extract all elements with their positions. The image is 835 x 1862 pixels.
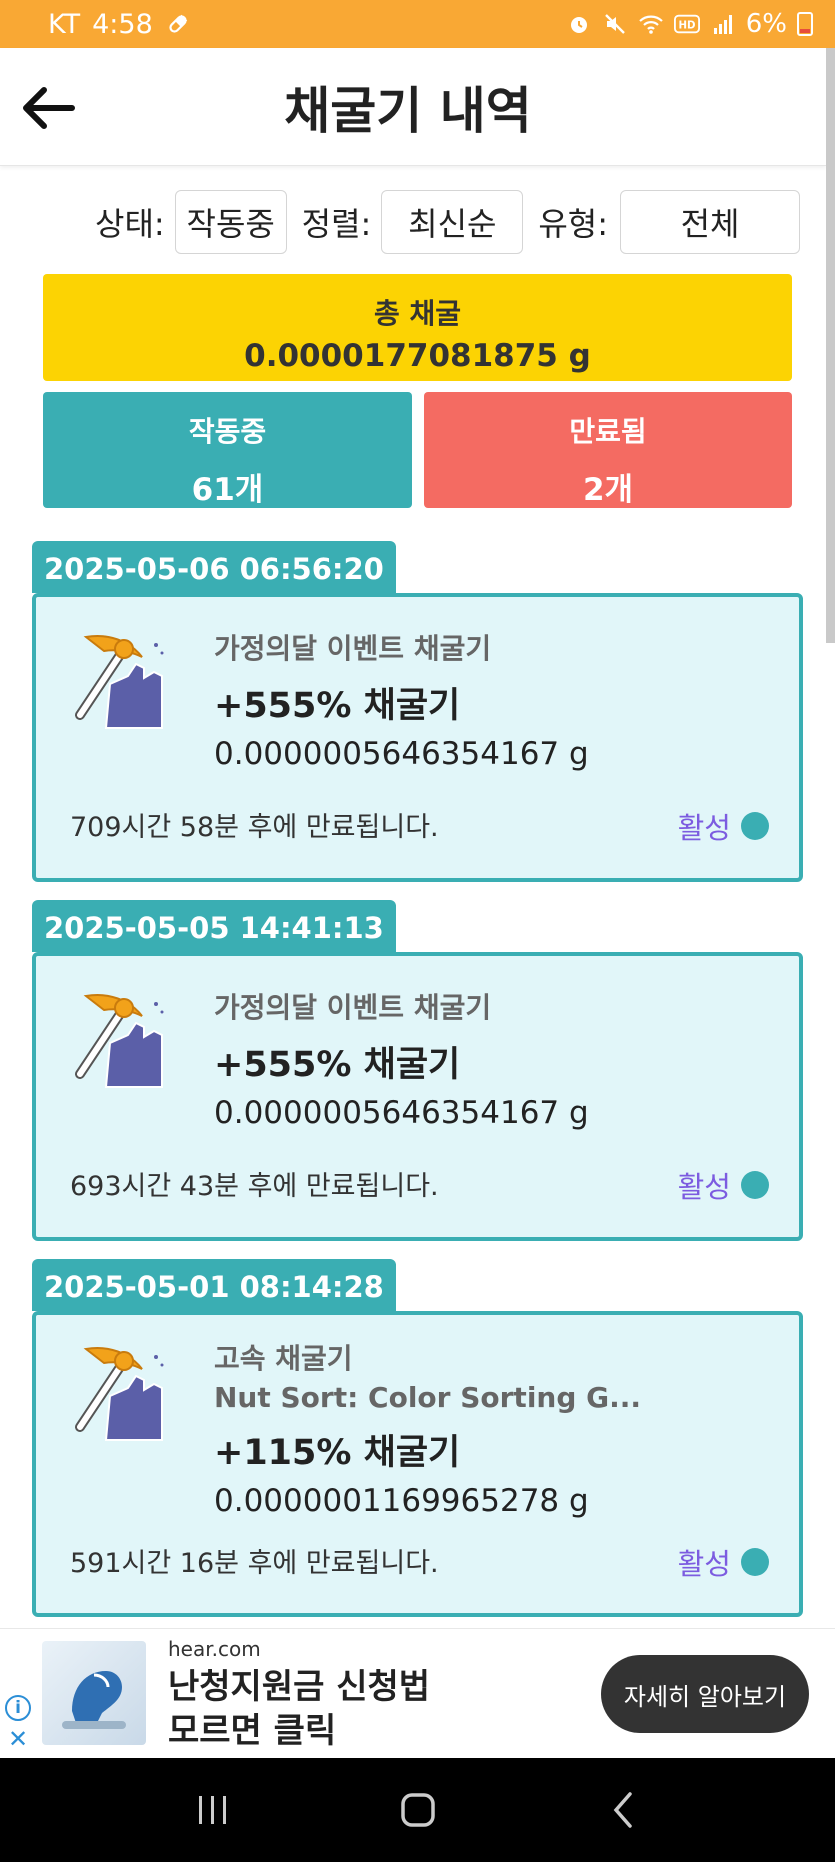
expired-label: 만료됨 [569,415,647,448]
miner-card[interactable]: 가정의달 이벤트 채굴기 +555% 채굴기 0.000000564635416… [32,593,803,882]
expired-count-box[interactable]: 만료됨 2개 [424,392,792,508]
type-filter[interactable]: 전체 [620,190,801,254]
type-filter-label: 유형: [538,205,609,243]
signal-icon [710,11,736,37]
total-mined-label: 총 채굴 [373,297,462,330]
miner-item[interactable]: 2025-05-05 14:41:13 가정의달 이벤트 채굴기 +555% 채… [32,900,803,1241]
miner-status: 활성 [678,1164,769,1206]
ad-title-line1: 난청지원금 신청법 [168,1667,431,1707]
status-filter[interactable]: 작동중 [174,190,287,254]
ad-close-icon[interactable]: ✕ [6,1727,30,1751]
recent-apps-button[interactable] [183,1780,243,1840]
status-dot-icon [741,812,769,840]
miner-info: 고속 채굴기 Nut Sort: Color Sorting G... +115… [214,1337,641,1519]
miner-expire-text: 591시간 16분 후에 만료됩니다. [70,1548,439,1579]
ad-title[interactable]: 난청지원금 신청법 모르면 클릭 [168,1665,430,1753]
system-nav-bar [0,1758,835,1862]
page-title: 채굴기 내역 [284,81,532,140]
battery-icon [797,12,813,36]
mute-icon [602,11,628,37]
recent-apps-icon [198,1796,226,1824]
pill-icon [165,11,191,37]
miner-status-label: 활성 [677,1170,731,1204]
svg-text:HD: HD [678,21,695,32]
miner-rate: +555% 채굴기 [214,686,461,726]
total-mined-box: 총 채굴 0.0000177081875 g [43,274,792,381]
back-button[interactable] [18,78,78,138]
ad-banner[interactable]: i ✕ hear.com 난청지원금 신청법 모르면 클릭 자세히 알아보기 [0,1628,835,1758]
alarm-icon [566,11,592,37]
miner-expire-text: 693시간 43분 후에 만료됩니다. [70,1171,439,1202]
ad-info-icon[interactable]: i [5,1695,31,1721]
miner-event-name: 고속 채굴기 [214,1342,353,1375]
sort-filter[interactable]: 최신순 [381,190,524,254]
active-count-box[interactable]: 작동중 61개 [43,392,412,508]
miner-expire-text: 709시간 58분 후에 만료됩니다. [70,812,439,843]
clock: 4:58 [92,8,153,40]
sort-filter-label: 정렬: [301,205,372,243]
active-count: 61개 [191,472,264,508]
miner-status: 활성 [678,805,769,847]
wifi-icon [638,11,664,37]
pickaxe-icon [66,629,186,737]
miner-card[interactable]: 고속 채굴기 Nut Sort: Color Sorting G... +115… [32,1311,803,1617]
active-label: 작동중 [188,415,267,448]
pickaxe-icon [66,1341,186,1449]
hd-icon: HD [673,11,700,37]
home-icon [400,1793,435,1827]
battery-percent: 6% [745,9,787,39]
status-bar: KT 4:58 HD 6% [0,0,835,48]
miner-date: 2025-05-06 06:56:20 [32,541,396,593]
home-button[interactable] [388,1780,448,1840]
total-mined-value: 0.0000177081875 g [244,338,591,374]
miner-item[interactable]: 2025-05-06 06:56:20 가정의달 이벤트 채굴기 +555% 채… [32,541,803,882]
back-nav-button[interactable] [593,1780,653,1840]
miner-status: 활성 [678,1541,769,1583]
miner-amount: 0.0000001169965278 g [214,1483,589,1519]
ad-domain: hear.com [168,1637,261,1661]
expired-count: 2개 [582,472,634,508]
app-header: 채굴기 내역 [0,48,826,166]
miner-event-name: 가정의달 이벤트 채굴기 [214,632,492,665]
miner-status-label: 활성 [677,1547,731,1581]
miner-date: 2025-05-01 08:14:28 [32,1259,396,1311]
miner-amount: 0.0000005646354167 g [214,1095,589,1131]
miner-date: 2025-05-05 14:41:13 [32,900,396,952]
pickaxe-icon [66,988,186,1096]
status-dot-icon [741,1171,769,1199]
ad-cta-button[interactable]: 자세히 알아보기 [601,1655,809,1733]
ad-image[interactable] [42,1641,146,1745]
arrow-left-icon [23,87,75,129]
miner-status-label: 활성 [677,811,731,845]
miner-subtitle: Nut Sort: Color Sorting G... [214,1381,642,1414]
miner-rate: +555% 채굴기 [214,1045,461,1085]
miner-amount: 0.0000005646354167 g [214,736,589,772]
miner-info: 가정의달 이벤트 채굴기 +555% 채굴기 0.000000564635416… [214,986,589,1131]
miner-item[interactable]: 2025-05-01 08:14:28 고속 채굴기 Nut Sort: Col… [32,1259,803,1617]
ad-title-line2: 모르면 클릭 [168,1711,337,1751]
filter-row: 상태: 작동중 정렬: 최신순 유형: 전체 [95,190,801,254]
status-filter-label: 상태: [95,205,165,243]
carrier-label: KT [48,8,81,40]
scrollbar[interactable] [826,48,835,643]
miner-rate: +115% 채굴기 [214,1433,461,1473]
chevron-left-icon [613,1792,632,1828]
miner-card[interactable]: 가정의달 이벤트 채굴기 +555% 채굴기 0.000000564635416… [32,952,803,1241]
status-dot-icon [741,1548,769,1576]
miner-event-name: 가정의달 이벤트 채굴기 [214,991,492,1024]
miner-info: 가정의달 이벤트 채굴기 +555% 채굴기 0.000000564635416… [214,627,589,772]
